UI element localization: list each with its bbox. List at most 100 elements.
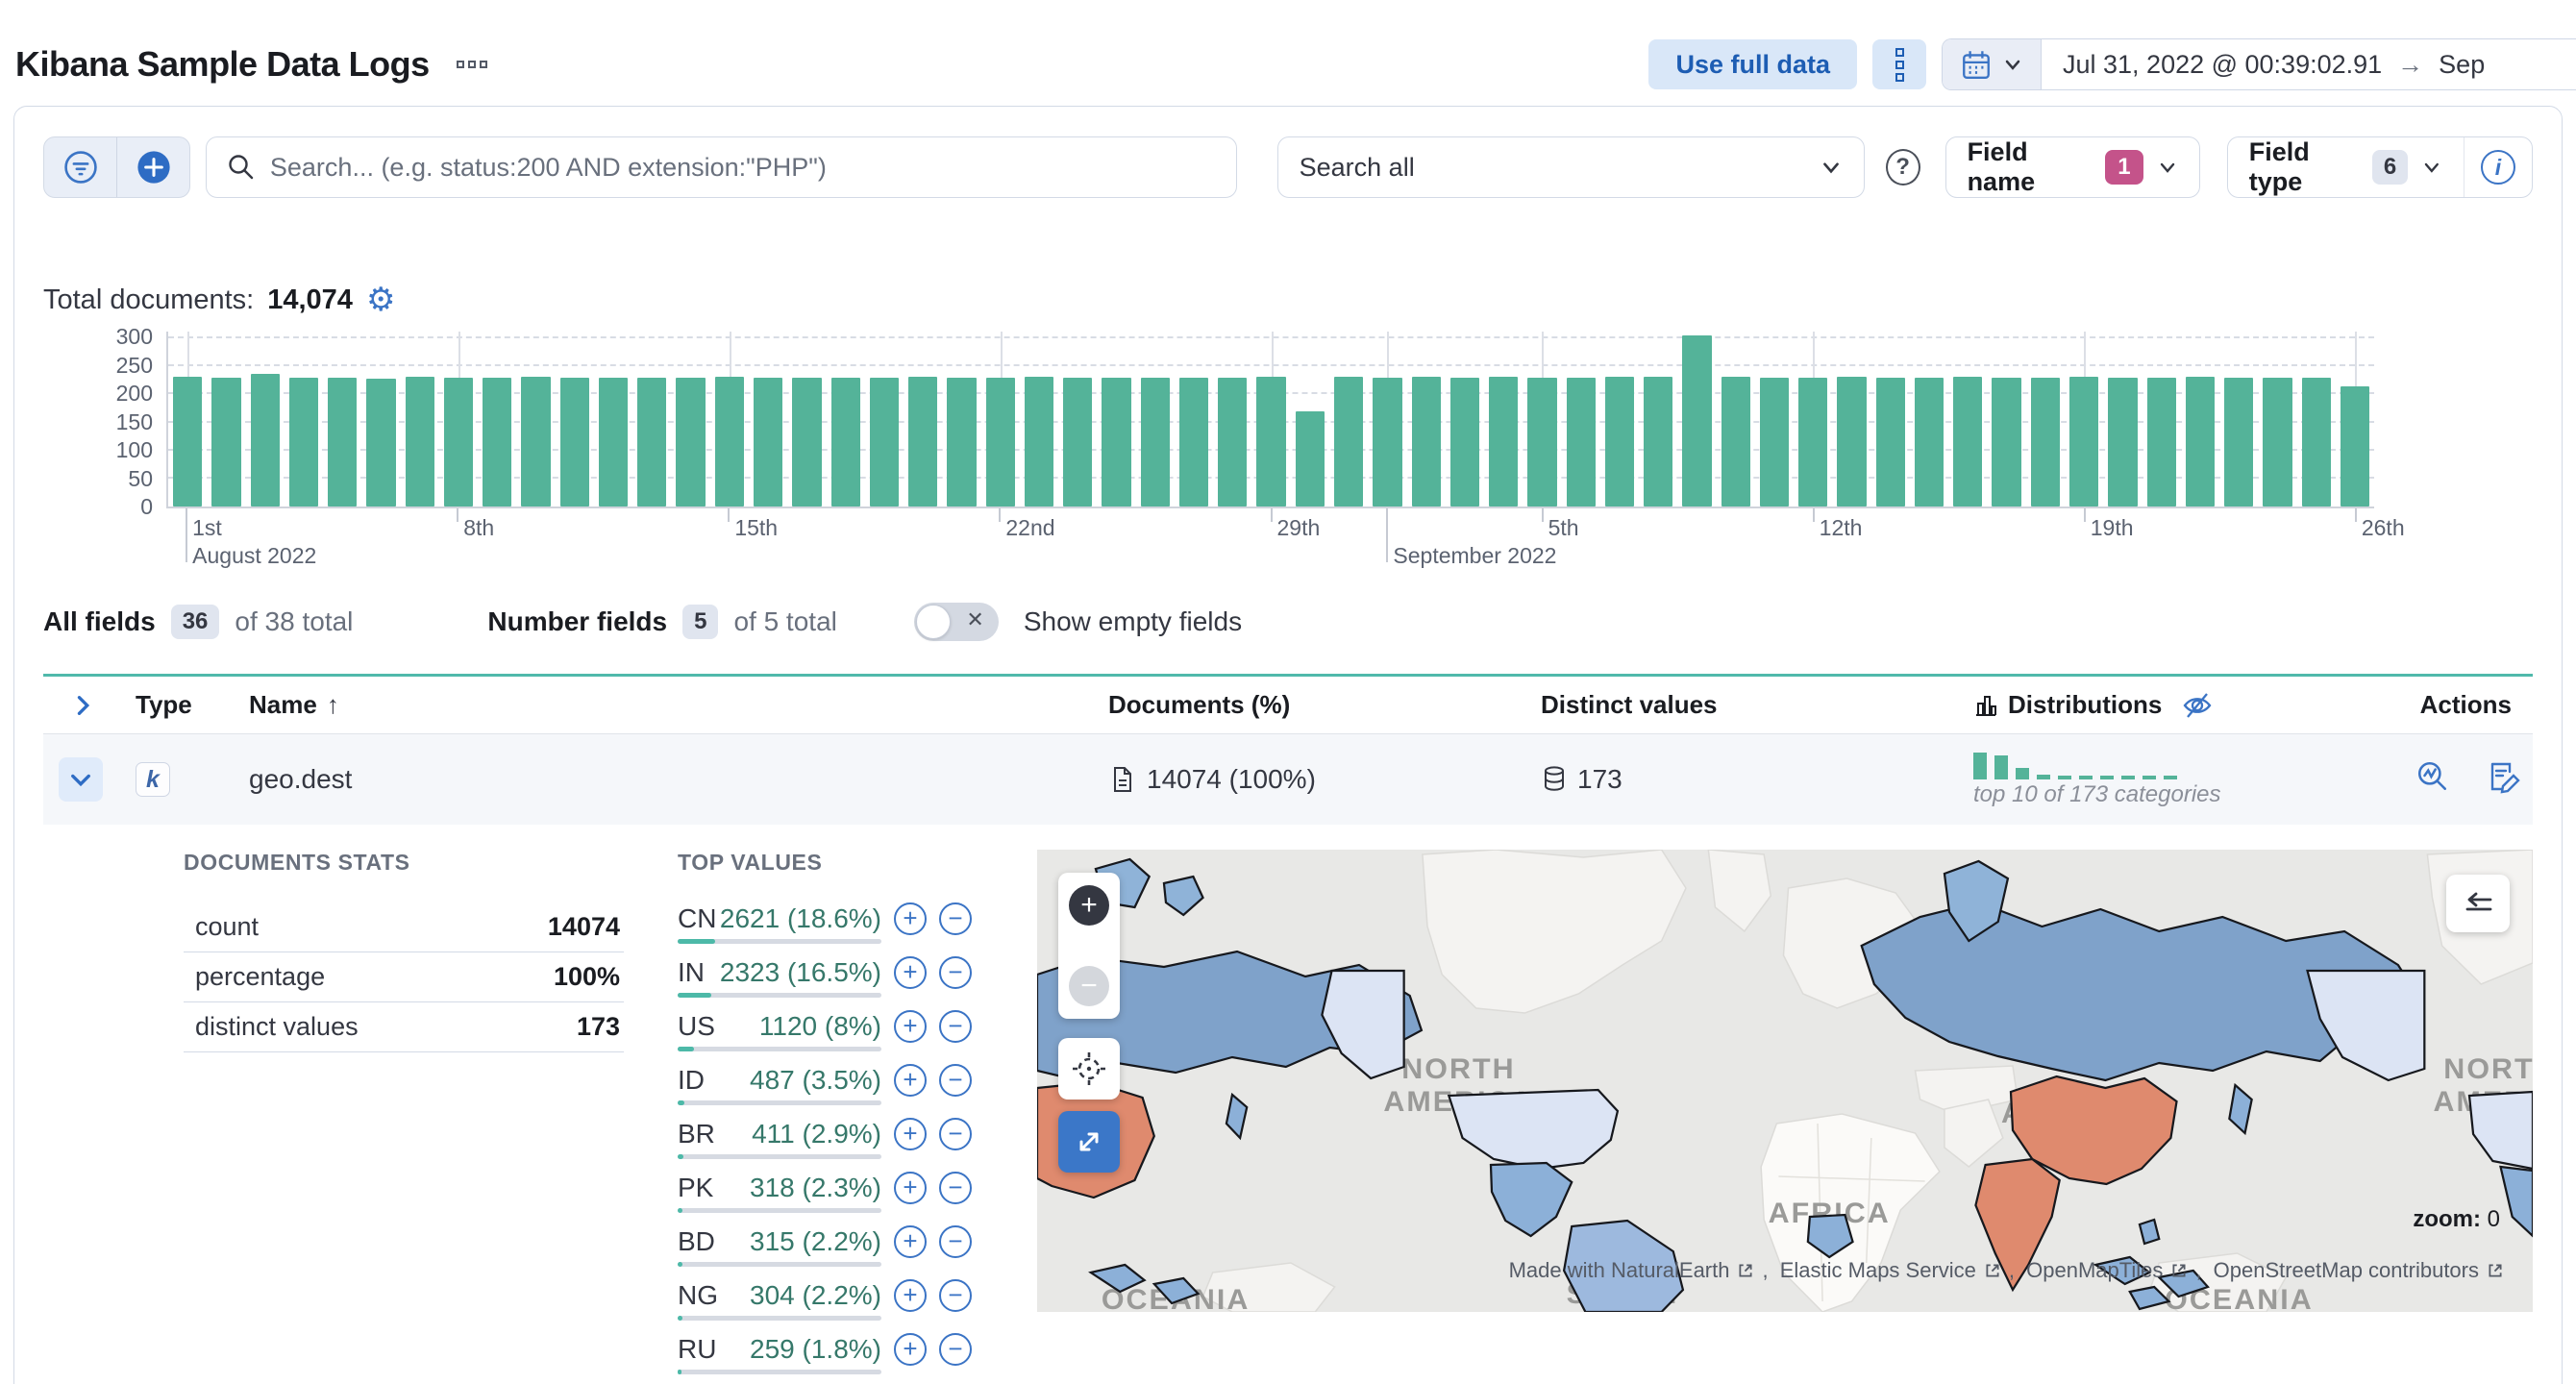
histogram-bar[interactable] <box>2069 377 2099 507</box>
expand-all-button[interactable] <box>43 693 136 718</box>
histogram-bar[interactable] <box>1604 377 1635 507</box>
map-fullscreen-button[interactable] <box>1058 1111 1120 1173</box>
filter-for-value-button[interactable]: + <box>894 1118 927 1150</box>
filter-out-value-button[interactable]: − <box>939 1064 972 1097</box>
date-end[interactable]: Sep <box>2439 50 2485 80</box>
histogram-bar[interactable] <box>1798 377 1828 507</box>
histogram-bar[interactable] <box>2146 378 2176 507</box>
histogram-bar[interactable] <box>714 377 744 507</box>
histogram-bar[interactable] <box>1218 377 1248 507</box>
filter-for-value-button[interactable]: + <box>894 1225 927 1258</box>
filter-out-value-button[interactable]: − <box>939 1118 972 1150</box>
histogram-bar[interactable] <box>1295 410 1325 507</box>
histogram-bar[interactable] <box>483 378 512 507</box>
histogram-bar[interactable] <box>1024 377 1054 507</box>
histogram-bar[interactable] <box>753 378 783 507</box>
filter-for-value-button[interactable]: + <box>894 1279 927 1312</box>
map-zoom-in-button[interactable]: + <box>1069 885 1109 926</box>
histogram-bar[interactable] <box>1063 378 1093 507</box>
col-header-documents[interactable]: Documents (%) <box>1108 690 1541 720</box>
filter-out-value-button[interactable]: − <box>939 902 972 935</box>
histogram-bar[interactable] <box>2224 377 2254 507</box>
histogram-bar[interactable] <box>288 377 319 507</box>
histogram-bar[interactable] <box>1178 378 1209 507</box>
explore-in-lens-button[interactable] <box>2415 759 2450 801</box>
histogram-bar[interactable] <box>598 377 629 507</box>
filter-for-value-button[interactable]: + <box>894 1172 927 1204</box>
histogram-bar[interactable] <box>1682 335 1712 507</box>
filter-out-value-button[interactable]: − <box>939 1333 972 1366</box>
field-name[interactable]: geo.dest <box>249 764 1108 795</box>
histogram-bar[interactable] <box>2340 385 2370 507</box>
histogram-bar[interactable] <box>1449 378 1480 507</box>
histogram-bar[interactable] <box>947 377 977 507</box>
histogram-bar[interactable] <box>1102 377 1131 507</box>
map-zoom-out-button[interactable]: − <box>1069 966 1109 1006</box>
use-full-data-button[interactable]: Use full data <box>1648 39 1857 89</box>
histogram-bar[interactable] <box>1721 377 1750 507</box>
histogram-bar[interactable] <box>676 377 706 507</box>
distribution-preview[interactable]: top 10 of 173 categories <box>1973 751 2369 808</box>
search-input[interactable] <box>269 152 1217 183</box>
histogram-bar[interactable] <box>2185 377 2216 507</box>
histogram-bar[interactable] <box>792 377 822 507</box>
filter-for-value-button[interactable]: + <box>894 956 927 989</box>
search-field[interactable] <box>205 136 1237 198</box>
histogram-bar[interactable] <box>211 378 241 507</box>
histogram-bar[interactable] <box>173 377 203 507</box>
edit-field-button[interactable] <box>2487 759 2521 801</box>
histogram-bar[interactable] <box>1527 377 1557 507</box>
map-locate-button[interactable] <box>1058 1038 1120 1100</box>
histogram-bar[interactable] <box>1140 377 1170 507</box>
histogram-bar[interactable] <box>1256 376 1286 507</box>
histogram-bar[interactable] <box>1992 377 2021 507</box>
filter-for-value-button[interactable]: + <box>894 1064 927 1097</box>
histogram-bar[interactable] <box>2030 378 2061 507</box>
collapse-row-button[interactable] <box>59 757 103 802</box>
gear-icon[interactable]: ⚙ <box>366 284 395 316</box>
attribution-link[interactable]: Made with NaturalEarth <box>1509 1258 1730 1283</box>
attribution-link[interactable]: OpenMapTiles <box>2026 1258 2163 1283</box>
histogram-bar[interactable] <box>1644 376 1673 507</box>
col-header-type[interactable]: Type <box>136 690 249 720</box>
histogram-bar[interactable] <box>1953 377 1983 507</box>
attribution-link[interactable]: Elastic Maps Service <box>1780 1258 1976 1283</box>
histogram-bar[interactable] <box>1914 377 1944 507</box>
date-start[interactable]: Jul 31, 2022 @ 00:39:02.91 <box>2063 50 2382 80</box>
filter-out-value-button[interactable]: − <box>939 1225 972 1258</box>
map-attribution[interactable]: Made with NaturalEarth , Elastic Maps Se… <box>1509 1258 2506 1283</box>
date-range-display[interactable]: Jul 31, 2022 @ 00:39:02.91 → Sep <box>2042 39 2507 89</box>
histogram-bar[interactable] <box>405 377 434 507</box>
help-icon[interactable]: ? <box>1885 149 1920 185</box>
histogram-bar[interactable] <box>637 378 667 507</box>
histogram-bar[interactable] <box>1837 377 1867 507</box>
filter-button[interactable] <box>44 137 116 197</box>
histogram-bar[interactable] <box>2108 377 2138 507</box>
field-types-help-button[interactable]: i <box>2463 137 2532 197</box>
breadcrumb-options-icon[interactable] <box>456 61 487 68</box>
filter-out-value-button[interactable]: − <box>939 1172 972 1204</box>
histogram-bar[interactable] <box>1875 378 1905 507</box>
histogram-bar[interactable] <box>521 377 551 507</box>
date-picker-menu[interactable] <box>1943 39 2042 89</box>
col-header-name[interactable]: Name ↑ <box>249 690 1108 720</box>
field-name-filter-button[interactable]: Field name 1 <box>1944 136 2200 198</box>
filter-for-value-button[interactable]: + <box>894 902 927 935</box>
histogram-bar[interactable] <box>1333 377 1364 507</box>
histogram-bar[interactable] <box>985 377 1015 507</box>
geo-distribution-map[interactable]: NORTHAMERICANORTHAMERICAASIAAFRICASOUTHO… <box>1037 850 2533 1312</box>
field-type-filter-button[interactable]: Field type 6 <box>2227 137 2464 197</box>
filter-for-value-button[interactable]: + <box>894 1010 927 1043</box>
histogram-bar[interactable] <box>366 379 396 507</box>
filter-out-value-button[interactable]: − <box>939 1279 972 1312</box>
histogram-bar[interactable] <box>250 374 280 507</box>
histogram-plot[interactable] <box>166 332 2374 508</box>
kebab-menu-button[interactable] <box>1872 39 1926 89</box>
add-filter-button[interactable] <box>116 137 188 197</box>
date-range-picker[interactable]: Jul 31, 2022 @ 00:39:02.91 → Sep <box>1942 38 2576 90</box>
filter-out-value-button[interactable]: − <box>939 1010 972 1043</box>
histogram-bar[interactable] <box>1411 377 1441 507</box>
field-row-geo-dest[interactable]: k geo.dest 14074 (100%) 173 top 10 of 17… <box>43 734 2533 825</box>
filter-for-value-button[interactable]: + <box>894 1333 927 1366</box>
histogram-bar[interactable] <box>1373 377 1402 507</box>
